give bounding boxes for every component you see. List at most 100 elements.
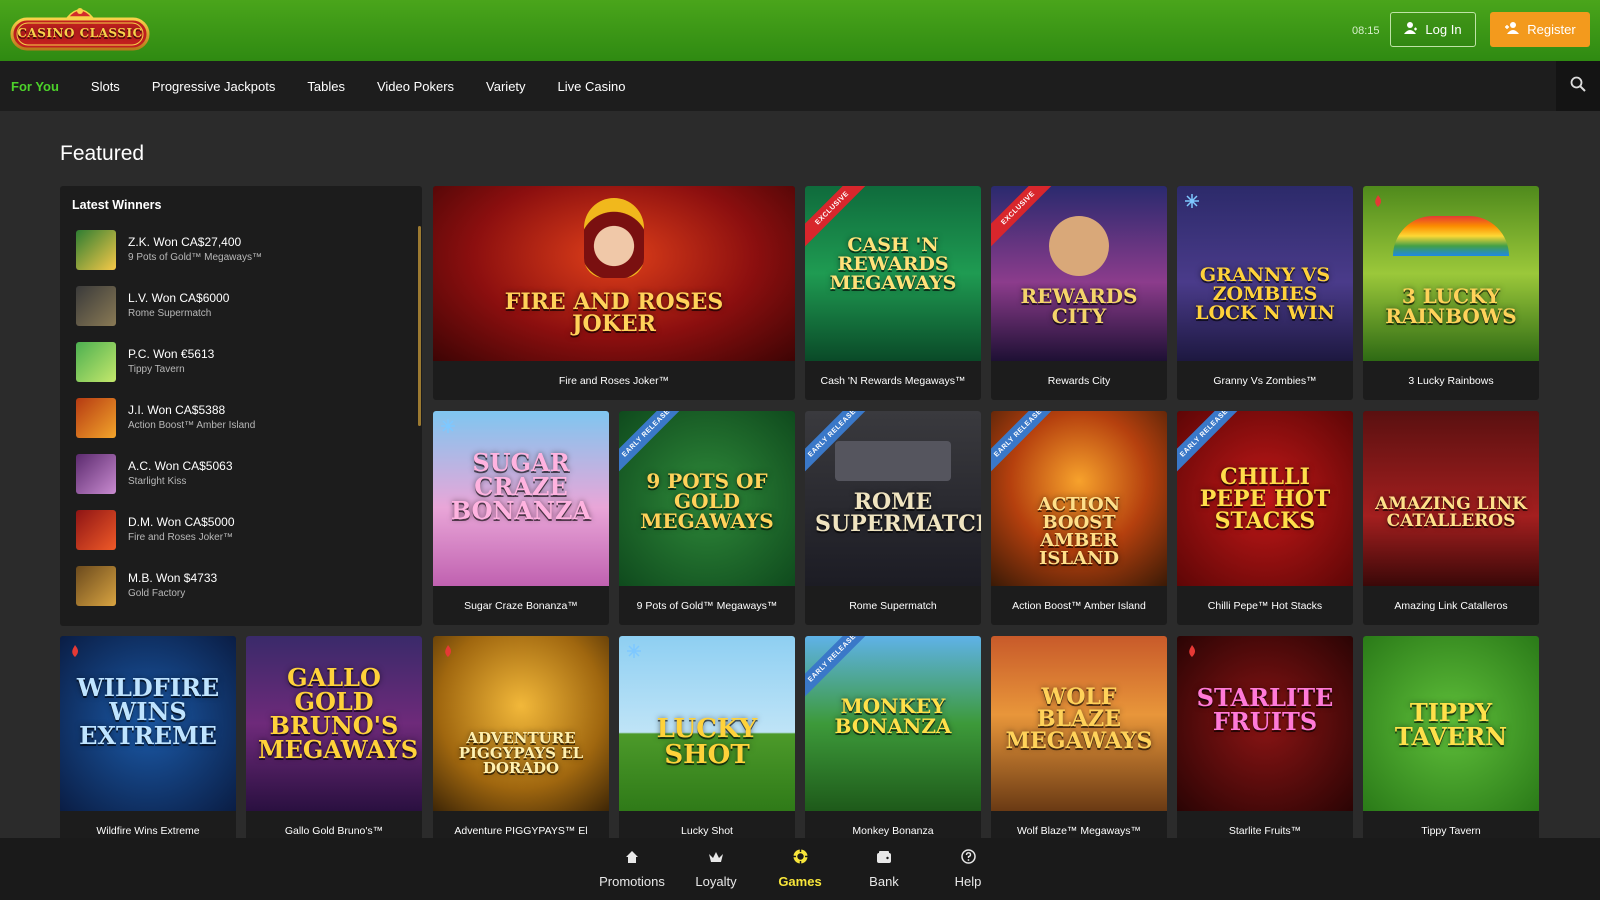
winner-name: A.C. Won CA$5063	[128, 459, 233, 473]
crown-icon	[708, 850, 724, 869]
bottom-nav-label: Games	[778, 874, 822, 889]
game-art-title: CHILLI PEPE HOT STACKS	[1199, 464, 1331, 534]
game-tile-3-lucky-rainbows[interactable]: 3 LUCKY RAINBOWS 3 Lucky Rainbows	[1363, 186, 1539, 400]
game-tile-9-pots-of-gold[interactable]: 9 POTS OF GOLD MEGAWAYS EARLY RELEASE 9 …	[619, 411, 795, 625]
game-tile-wolf-blaze[interactable]: WOLF BLAZE MEGAWAYS Wolf Blaze™ Megaways…	[991, 636, 1167, 850]
game-art: REWARDS CITY EXCLUSIVE	[991, 186, 1167, 361]
bottom-nav-promotions[interactable]: Promotions	[590, 838, 674, 900]
winner-name: L.V. Won CA$6000	[128, 291, 230, 305]
game-art: STARLITE FRUITS	[1177, 636, 1353, 811]
game-art: MONKEY BONANZA EARLY RELEASE	[805, 636, 981, 811]
snowflake-icon	[627, 644, 641, 658]
latest-winners-title: Latest Winners	[72, 198, 162, 212]
bottom-nav-help[interactable]: Help	[926, 838, 1010, 900]
game-art: GRANNY VS ZOMBIES LOCK N WIN	[1177, 186, 1353, 361]
flame-icon	[441, 644, 455, 658]
winner-game: Action Boost™ Amber Island	[128, 420, 256, 431]
game-art: ADVENTURE PIGGYPAYS EL DORADO	[433, 636, 609, 811]
game-art-title: ADVENTURE PIGGYPAYS EL DORADO	[458, 729, 584, 777]
game-tile-adventure-piggypays[interactable]: ADVENTURE PIGGYPAYS EL DORADO Adventure …	[433, 636, 609, 850]
game-title: Rome Supermatch	[849, 599, 937, 612]
game-tile-amber-island[interactable]: ACTION BOOST AMBER ISLAND EARLY RELEASE …	[991, 411, 1167, 625]
nav-item-live-casino[interactable]: Live Casino	[558, 79, 626, 94]
winner-game: Tippy Tavern	[128, 364, 185, 375]
winners-scrollbar[interactable]	[418, 226, 421, 426]
top-header: CASINO CLASSIC 08:15 Log In Register	[0, 0, 1600, 61]
game-art: ACTION BOOST AMBER ISLAND EARLY RELEASE	[991, 411, 1167, 586]
game-tile-monkey-bonanza[interactable]: MONKEY BONANZA EARLY RELEASE Monkey Bona…	[805, 636, 981, 850]
game-art: ROME SUPERMATCH EARLY RELEASE	[805, 411, 981, 586]
casino-classic-logo[interactable]: CASINO CLASSIC	[10, 5, 150, 55]
early-release-ribbon: EARLY RELEASE	[991, 411, 1063, 478]
game-tile-gallo-gold[interactable]: GALLO GOLD BRUNO'S MEGAWAYS Gallo Gold B…	[246, 636, 422, 850]
winner-game-thumb	[76, 230, 116, 270]
game-art: 3 LUCKY RAINBOWS	[1363, 186, 1539, 361]
game-tile-chilli-pepe[interactable]: CHILLI PEPE HOT STACKS EARLY RELEASE Chi…	[1177, 411, 1353, 625]
winner-game: Rome Supermatch	[128, 308, 212, 319]
bottom-nav-label: Bank	[869, 873, 899, 889]
game-art-title: FIRE AND ROSES JOKER	[504, 289, 724, 337]
bottom-nav-label: Promotions	[599, 873, 665, 889]
game-tile-granny-vs-zombies[interactable]: GRANNY VS ZOMBIES LOCK N WIN Granny Vs Z…	[1177, 186, 1353, 400]
game-art-title: ROME SUPERMATCH	[815, 489, 981, 537]
add-user-icon	[1504, 21, 1520, 38]
winner-game-thumb	[76, 510, 116, 550]
login-button[interactable]: Log In	[1390, 12, 1476, 47]
winner-item[interactable]: J.I. Won CA$5388 Action Boost™ Amber Isl…	[76, 396, 406, 440]
home-icon	[625, 850, 639, 869]
bottom-nav-bank[interactable]: Bank	[842, 838, 926, 900]
game-tile-rewards-city[interactable]: REWARDS CITY EXCLUSIVE Rewards City	[991, 186, 1167, 400]
nav-item-for-you[interactable]: For You	[11, 79, 59, 94]
game-art-title: 3 LUCKY RAINBOWS	[1385, 284, 1517, 328]
chip-icon	[793, 849, 808, 869]
winner-game: Starlight Kiss	[128, 476, 187, 487]
nav-item-progressive-jackpots[interactable]: Progressive Jackpots	[152, 79, 276, 94]
winner-item[interactable]: M.B. Won $4733 Gold Factory	[76, 564, 406, 608]
winner-item[interactable]: Z.K. Won CA$27,400 9 Pots of Gold™ Megaw…	[76, 228, 406, 272]
game-tile-cash-n-rewards[interactable]: CASH 'N REWARDS MEGAWAYS EXCLUSIVE Cash …	[805, 186, 981, 400]
game-title: Rewards City	[1047, 374, 1111, 387]
game-art: WILDFIRE WINS EXTREME	[60, 636, 236, 811]
game-title: 3 Lucky Rainbows	[1408, 374, 1494, 387]
flame-icon	[1185, 644, 1199, 658]
snowflake-icon	[441, 419, 455, 433]
winner-name: Z.K. Won CA$27,400	[128, 235, 242, 249]
search-icon	[1570, 76, 1586, 97]
winner-item[interactable]: L.V. Won CA$6000 Rome Supermatch	[76, 284, 406, 328]
game-tile-amazing-link-catalleros[interactable]: AMAZING LINK CATALLEROS Amazing Link Cat…	[1363, 411, 1539, 625]
game-art: AMAZING LINK CATALLEROS	[1363, 411, 1539, 586]
register-button[interactable]: Register	[1490, 12, 1590, 47]
login-label: Log In	[1425, 22, 1462, 37]
game-tile-lucky-shot[interactable]: LUCKY SHOT Lucky Shot	[619, 636, 795, 850]
winner-game-thumb	[76, 286, 116, 326]
logo-text: CASINO CLASSIC	[17, 26, 143, 40]
game-tile-wildfire-wins[interactable]: WILDFIRE WINS EXTREME Wildfire Wins Extr…	[60, 636, 236, 850]
game-tile-fire-and-roses-joker[interactable]: FIRE AND ROSES JOKER Fire and Roses Joke…	[433, 186, 795, 400]
nav-item-slots[interactable]: Slots	[91, 79, 120, 94]
winner-game: Gold Factory	[128, 588, 186, 599]
winner-name: M.B. Won $4733	[128, 571, 218, 585]
search-button[interactable]	[1556, 61, 1600, 111]
game-tile-tippy-tavern[interactable]: TIPPY TAVERN Tippy Tavern	[1363, 636, 1539, 850]
nav-item-video-pokers[interactable]: Video Pokers	[377, 79, 454, 94]
bottom-nav-loyalty[interactable]: Loyalty	[674, 838, 758, 900]
nav-item-tables[interactable]: Tables	[307, 79, 345, 94]
flame-icon	[68, 644, 82, 658]
wallet-icon	[876, 850, 892, 869]
nav-item-variety[interactable]: Variety	[486, 79, 526, 94]
winner-game-thumb	[76, 566, 116, 606]
winner-name: D.M. Won CA$5000	[128, 515, 235, 529]
winner-item[interactable]: P.C. Won €5613 Tippy Tavern	[76, 340, 406, 384]
winner-item[interactable]: D.M. Won CA$5000 Fire and Roses Joker™	[76, 508, 406, 552]
winner-item[interactable]: A.C. Won CA$5063 Starlight Kiss	[76, 452, 406, 496]
game-art: 9 POTS OF GOLD MEGAWAYS EARLY RELEASE	[619, 411, 795, 586]
game-art: CASH 'N REWARDS MEGAWAYS EXCLUSIVE	[805, 186, 981, 361]
bottom-nav-games[interactable]: Games	[758, 838, 842, 900]
game-title: 9 Pots of Gold™ Megaways™	[636, 599, 778, 612]
game-tile-starlite-fruits[interactable]: STARLITE FRUITS Starlite Fruits™	[1177, 636, 1353, 850]
game-tile-sugar-craze-bonanza[interactable]: SUGAR CRAZE BONANZA Sugar Craze Bonanza™	[433, 411, 609, 625]
game-tile-rome-supermatch[interactable]: ROME SUPERMATCH EARLY RELEASE Rome Super…	[805, 411, 981, 625]
category-nav: For You Slots Progressive Jackpots Table…	[0, 61, 1600, 111]
game-title: Chilli Pepe™ Hot Stacks	[1207, 599, 1323, 612]
game-art-title: ACTION BOOST AMBER ISLAND	[1037, 494, 1121, 569]
